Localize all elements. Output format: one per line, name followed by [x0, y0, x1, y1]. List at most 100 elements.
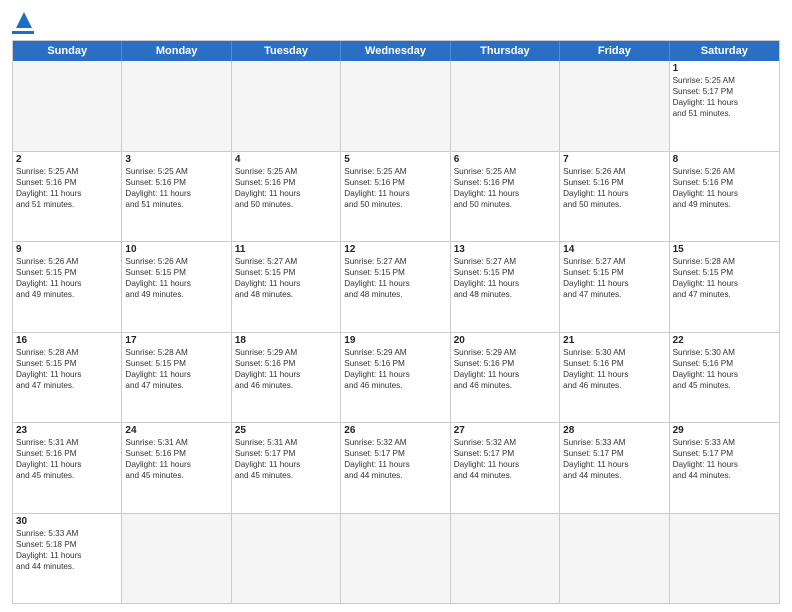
day-info: Sunrise: 5:27 AMSunset: 5:15 PMDaylight:… [344, 256, 446, 300]
calendar-cell: 14Sunrise: 5:27 AMSunset: 5:15 PMDayligh… [560, 242, 669, 332]
calendar-cell: 2Sunrise: 5:25 AMSunset: 5:16 PMDaylight… [13, 152, 122, 242]
day-info: Sunrise: 5:31 AMSunset: 5:16 PMDaylight:… [125, 437, 227, 481]
day-info: Sunrise: 5:27 AMSunset: 5:15 PMDaylight:… [454, 256, 556, 300]
calendar-cell: 13Sunrise: 5:27 AMSunset: 5:15 PMDayligh… [451, 242, 560, 332]
logo-icon [14, 10, 34, 30]
calendar-cell-empty [560, 61, 669, 151]
calendar-cell: 12Sunrise: 5:27 AMSunset: 5:15 PMDayligh… [341, 242, 450, 332]
logo [12, 10, 34, 34]
calendar-cell: 11Sunrise: 5:27 AMSunset: 5:15 PMDayligh… [232, 242, 341, 332]
day-info: Sunrise: 5:28 AMSunset: 5:15 PMDaylight:… [125, 347, 227, 391]
day-number: 4 [235, 154, 337, 165]
day-info: Sunrise: 5:29 AMSunset: 5:16 PMDaylight:… [454, 347, 556, 391]
day-info: Sunrise: 5:25 AMSunset: 5:16 PMDaylight:… [125, 166, 227, 210]
day-info: Sunrise: 5:26 AMSunset: 5:15 PMDaylight:… [125, 256, 227, 300]
calendar-row: 9 Sunrise: 5:26 AMSunset: 5:15 PMDaylight… [13, 242, 779, 333]
day-number: 27 [454, 425, 556, 436]
calendar-cell: 29Sunrise: 5:33 AMSunset: 5:17 PMDayligh… [670, 423, 779, 513]
calendar-cell: 20Sunrise: 5:29 AMSunset: 5:16 PMDayligh… [451, 333, 560, 423]
calendar-cell-empty [122, 61, 231, 151]
day-info: Sunrise: 5:27 AMSunset: 5:15 PMDaylight:… [235, 256, 337, 300]
day-number: 22 [673, 335, 776, 346]
calendar-cell: 25Sunrise: 5:31 AMSunset: 5:17 PMDayligh… [232, 423, 341, 513]
day-info: Sunrise: 5:30 AMSunset: 5:16 PMDaylight:… [563, 347, 665, 391]
day-info: Sunrise: 5:33 AMSunset: 5:18 PMDaylight:… [16, 528, 118, 572]
day-info: Sunrise: 5:27 AMSunset: 5:15 PMDaylight:… [563, 256, 665, 300]
day-info: Sunrise: 5:25 AMSunset: 5:16 PMDaylight:… [235, 166, 337, 210]
day-number: 9 [16, 244, 118, 255]
day-info: Sunrise: 5:25 AMSunset: 5:17 PMDaylight:… [673, 75, 776, 119]
header [12, 10, 780, 34]
calendar-cell: 18Sunrise: 5:29 AMSunset: 5:16 PMDayligh… [232, 333, 341, 423]
day-number: 6 [454, 154, 556, 165]
day-number: 14 [563, 244, 665, 255]
day-number: 19 [344, 335, 446, 346]
calendar-cell: 5Sunrise: 5:25 AMSunset: 5:16 PMDaylight… [341, 152, 450, 242]
calendar-cell-empty [232, 61, 341, 151]
calendar-cell: 28Sunrise: 5:33 AMSunset: 5:17 PMDayligh… [560, 423, 669, 513]
day-number: 12 [344, 244, 446, 255]
calendar-row: 16Sunrise: 5:28 AMSunset: 5:15 PMDayligh… [13, 333, 779, 424]
day-info: Sunrise: 5:31 AMSunset: 5:17 PMDaylight:… [235, 437, 337, 481]
logo-underline [12, 31, 34, 34]
day-info: Sunrise: 5:31 AMSunset: 5:16 PMDaylight:… [16, 437, 118, 481]
day-number: 20 [454, 335, 556, 346]
calendar-header-cell: Tuesday [232, 41, 341, 61]
calendar-cell: 30Sunrise: 5:33 AMSunset: 5:18 PMDayligh… [13, 514, 122, 604]
calendar-row: 1Sunrise: 5:25 AMSunset: 5:17 PMDaylight… [13, 61, 779, 152]
day-info: Sunrise: 5:33 AMSunset: 5:17 PMDaylight:… [563, 437, 665, 481]
calendar-cell-empty [13, 61, 122, 151]
calendar-header-cell: Monday [122, 41, 231, 61]
calendar-cell: 22Sunrise: 5:30 AMSunset: 5:16 PMDayligh… [670, 333, 779, 423]
calendar-cell: 26Sunrise: 5:32 AMSunset: 5:17 PMDayligh… [341, 423, 450, 513]
calendar-cell: 8Sunrise: 5:26 AMSunset: 5:16 PMDaylight… [670, 152, 779, 242]
calendar-cell: 19Sunrise: 5:29 AMSunset: 5:16 PMDayligh… [341, 333, 450, 423]
day-number: 2 [16, 154, 118, 165]
day-info: Sunrise: 5:33 AMSunset: 5:17 PMDaylight:… [673, 437, 776, 481]
day-number: 15 [673, 244, 776, 255]
day-info: Sunrise: 5:26 AMSunset: 5:16 PMDaylight:… [673, 166, 776, 210]
calendar-cell: 21Sunrise: 5:30 AMSunset: 5:16 PMDayligh… [560, 333, 669, 423]
day-number: 5 [344, 154, 446, 165]
calendar-header-cell: Sunday [13, 41, 122, 61]
day-number: 29 [673, 425, 776, 436]
day-number: 24 [125, 425, 227, 436]
calendar-cell: 27Sunrise: 5:32 AMSunset: 5:17 PMDayligh… [451, 423, 560, 513]
logo-text [12, 10, 34, 30]
calendar-body: 1Sunrise: 5:25 AMSunset: 5:17 PMDaylight… [13, 61, 779, 603]
day-number: 10 [125, 244, 227, 255]
calendar-row: 2Sunrise: 5:25 AMSunset: 5:16 PMDaylight… [13, 152, 779, 243]
calendar-cell: 1Sunrise: 5:25 AMSunset: 5:17 PMDaylight… [670, 61, 779, 151]
calendar-cell: 15Sunrise: 5:28 AMSunset: 5:15 PMDayligh… [670, 242, 779, 332]
calendar-cell: 16Sunrise: 5:28 AMSunset: 5:15 PMDayligh… [13, 333, 122, 423]
calendar-cell-empty [451, 61, 560, 151]
day-number: 18 [235, 335, 337, 346]
calendar-row: 30Sunrise: 5:33 AMSunset: 5:18 PMDayligh… [13, 514, 779, 604]
day-number: 17 [125, 335, 227, 346]
day-info: Sunrise: 5:25 AMSunset: 5:16 PMDaylight:… [344, 166, 446, 210]
calendar-cell-empty [451, 514, 560, 604]
day-number: 13 [454, 244, 556, 255]
calendar-header-cell: Thursday [451, 41, 560, 61]
calendar-cell: 3Sunrise: 5:25 AMSunset: 5:16 PMDaylight… [122, 152, 231, 242]
day-info: Sunrise: 5:25 AMSunset: 5:16 PMDaylight:… [454, 166, 556, 210]
day-info: Sunrise: 5:32 AMSunset: 5:17 PMDaylight:… [344, 437, 446, 481]
calendar-row: 23Sunrise: 5:31 AMSunset: 5:16 PMDayligh… [13, 423, 779, 514]
day-info: Sunrise: 5:28 AMSunset: 5:15 PMDaylight:… [16, 347, 118, 391]
calendar-cell: 24Sunrise: 5:31 AMSunset: 5:16 PMDayligh… [122, 423, 231, 513]
calendar-cell-empty [670, 514, 779, 604]
day-number: 28 [563, 425, 665, 436]
day-number: 3 [125, 154, 227, 165]
day-number: 8 [673, 154, 776, 165]
day-info: Sunrise: 5:28 AMSunset: 5:15 PMDaylight:… [673, 256, 776, 300]
day-number: 23 [16, 425, 118, 436]
day-info: Sunrise: 5:30 AMSunset: 5:16 PMDaylight:… [673, 347, 776, 391]
day-number: 21 [563, 335, 665, 346]
calendar-cell-empty [341, 61, 450, 151]
calendar-cell: 4Sunrise: 5:25 AMSunset: 5:16 PMDaylight… [232, 152, 341, 242]
calendar: SundayMondayTuesdayWednesdayThursdayFrid… [12, 40, 780, 604]
day-info: Sunrise: 5:25 AMSunset: 5:16 PMDaylight:… [16, 166, 118, 210]
calendar-cell: 10Sunrise: 5:26 AMSunset: 5:15 PMDayligh… [122, 242, 231, 332]
day-info: Sunrise: 5:26 AMSunset: 5:16 PMDaylight:… [563, 166, 665, 210]
day-number: 16 [16, 335, 118, 346]
